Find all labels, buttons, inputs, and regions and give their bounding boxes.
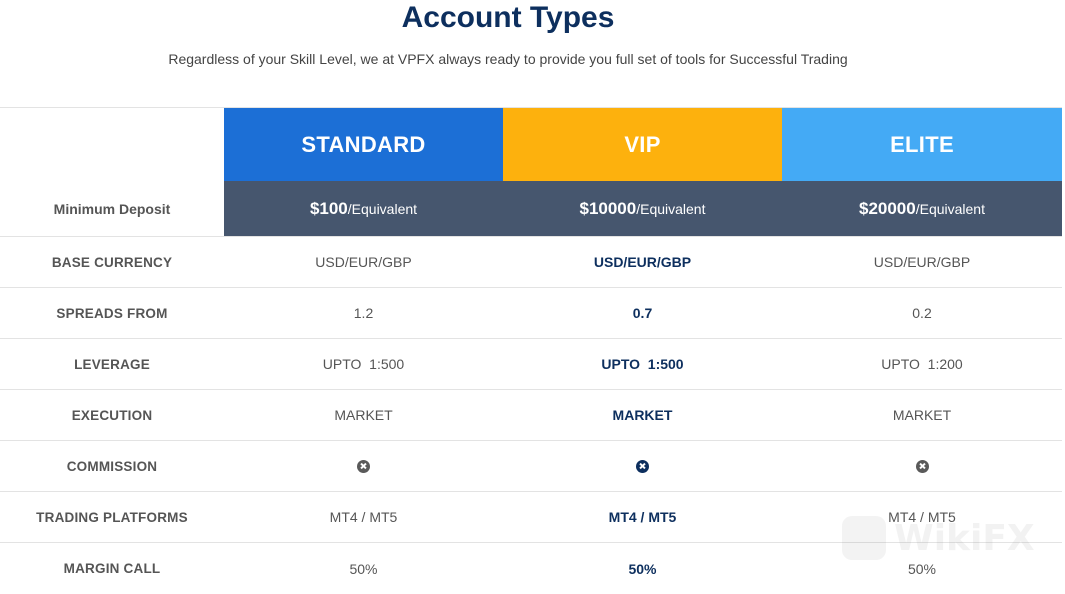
row-label: LEVERAGE (74, 356, 150, 372)
feature-row-trading-platforms: TRADING PLATFORMS MT4 / MT5 MT4 / MT5 MT… (0, 492, 1062, 543)
row-label: TRADING PLATFORMS (36, 509, 188, 525)
value-vip: UPTO 1:500 (601, 356, 684, 372)
deposit-suffix: /Equivalent (347, 200, 418, 217)
plan-name-vip: VIP (624, 131, 661, 157)
value-standard: 1.2 (353, 305, 374, 321)
deposit-amount: $20000 (858, 198, 916, 218)
value-elite: USD/EUR/GBP (873, 254, 971, 270)
feature-row-execution: EXECUTION MARKET MARKET MARKET (0, 390, 1062, 441)
value-elite (782, 441, 1062, 491)
deposit-vip: $10000/Equivalent (503, 181, 782, 236)
close-circle-icon (636, 459, 649, 473)
value-vip: MT4 / MT5 (608, 509, 677, 525)
value-elite: UPTO 1:200 (881, 356, 963, 372)
feature-row-leverage: LEVERAGE UPTO 1:500 UPTO 1:500 UPTO 1:20… (0, 339, 1062, 390)
deposit-amount: $100 (309, 198, 348, 218)
deposit-suffix: /Equivalent (636, 200, 706, 217)
value-elite: MT4 / MT5 (888, 509, 956, 525)
minimum-deposit-row: Minimum Deposit $100/Equivalent $10000/E… (0, 181, 1062, 237)
feature-row-base-currency: BASE CURRENCY USD/EUR/GBP USD/EUR/GBP US… (0, 237, 1062, 288)
plan-header-standard: STANDARD (224, 108, 503, 181)
value-vip: MARKET (612, 407, 673, 423)
value-elite: 50% (907, 560, 937, 577)
row-label-minimum-deposit: Minimum Deposit (53, 200, 171, 217)
plan-name-standard: STANDARD (301, 131, 426, 157)
account-types-table: STANDARD VIP ELITE Minimum Deposit $100/… (0, 108, 1062, 594)
deposit-amount: $10000 (579, 198, 637, 218)
deposit-standard: $100/Equivalent (224, 181, 503, 236)
value-vip: 0.7 (632, 305, 653, 321)
value-standard: MARKET (334, 407, 393, 423)
value-vip: USD/EUR/GBP (593, 254, 692, 270)
plan-header-row: STANDARD VIP ELITE (0, 108, 1062, 181)
row-label: SPREADS FROM (56, 305, 168, 321)
plan-header-vip: VIP (503, 108, 782, 181)
feature-row-spreads-from: SPREADS FROM 1.2 0.7 0.2 (0, 288, 1062, 339)
close-circle-icon (915, 459, 929, 473)
row-label: MARGIN CALL (63, 561, 161, 576)
feature-row-commission: COMMISSION (0, 441, 1062, 492)
plan-name-elite: ELITE (890, 131, 954, 157)
plan-header-elite: ELITE (782, 108, 1062, 181)
deposit-suffix: /Equivalent (915, 200, 985, 217)
deposit-elite: $20000/Equivalent (782, 181, 1062, 236)
value-standard: USD/EUR/GBP (315, 254, 412, 270)
value-standard: 50% (349, 560, 378, 577)
feature-row-margin-call: MARGIN CALL 50% 50% 50% (0, 543, 1062, 594)
row-label: COMMISSION (66, 458, 158, 474)
close-circle-icon (357, 459, 370, 473)
page-subtitle: Regardless of your Skill Level, we at VP… (168, 51, 848, 67)
value-vip (503, 441, 782, 491)
page-header: Account Types Regardless of your Skill L… (0, 0, 1065, 107)
value-standard (224, 441, 503, 491)
value-elite: MARKET (892, 407, 952, 423)
value-standard: MT4 / MT5 (329, 509, 398, 525)
value-vip: 50% (628, 560, 657, 577)
empty-corner-cell (0, 108, 224, 181)
value-elite: 0.2 (912, 305, 932, 321)
page-title: Account Types (401, 1, 615, 34)
row-label: BASE CURRENCY (51, 254, 173, 270)
value-standard: UPTO 1:500 (322, 356, 405, 372)
row-label: EXECUTION (71, 407, 153, 423)
